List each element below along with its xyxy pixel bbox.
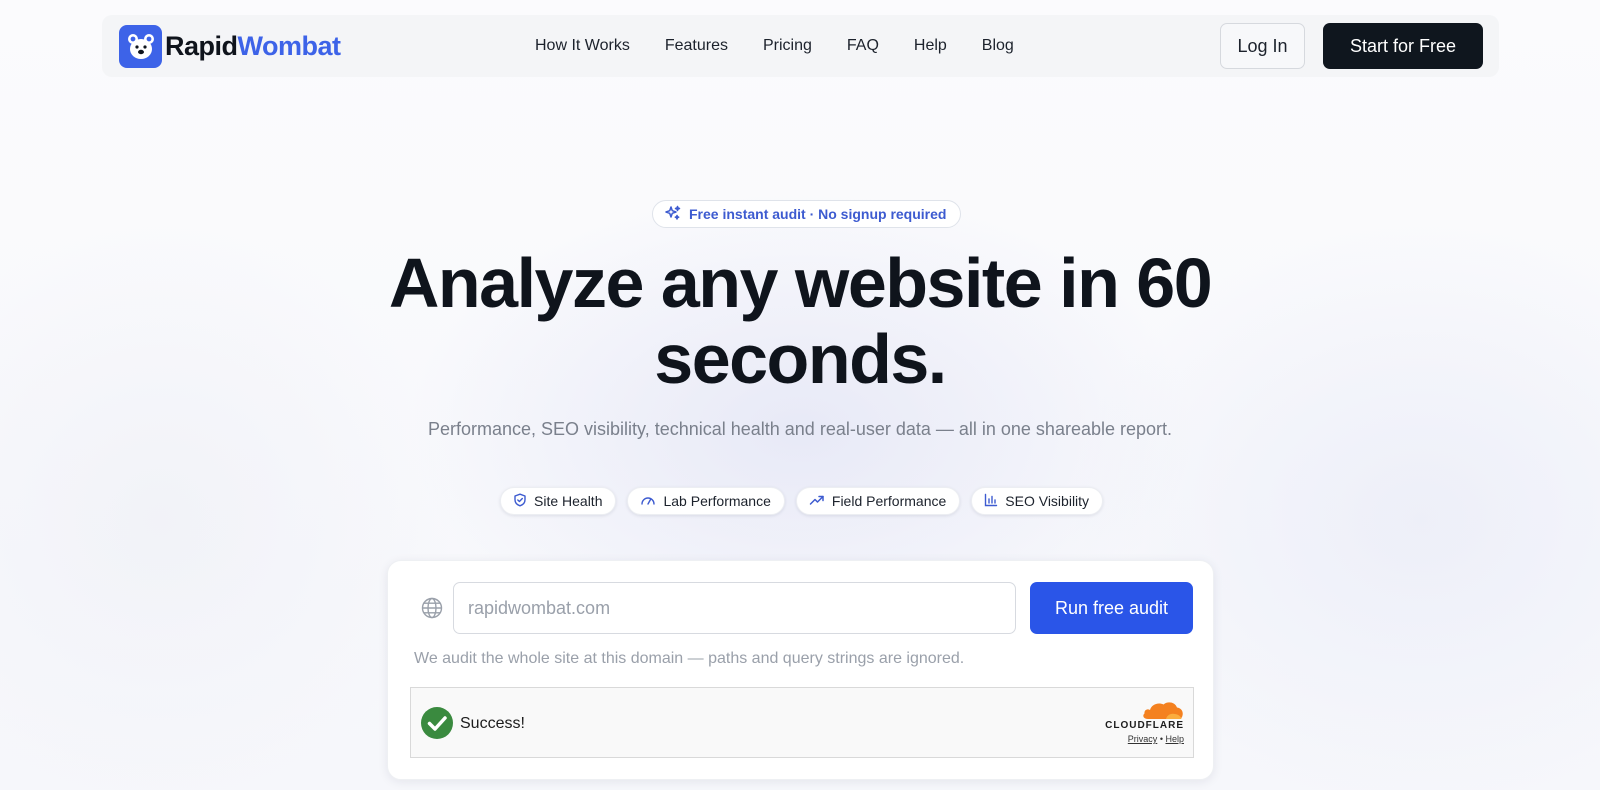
nav-help[interactable]: Help [914,37,947,55]
captcha-help-link[interactable]: Help [1165,734,1184,744]
cloudflare-wordmark: CLOUDFLARE [1105,720,1184,731]
cloud-icon [1100,700,1184,720]
main-nav: How It Works Features Pricing FAQ Help B… [535,15,1014,77]
nav-features[interactable]: Features [665,37,728,55]
start-for-free-button[interactable]: Start for Free [1323,23,1483,69]
captcha-privacy-link[interactable]: Privacy [1128,734,1158,744]
hero-badge-text: Free instant audit · No signup required [689,206,947,222]
run-free-audit-button[interactable]: Run free audit [1030,582,1193,634]
gauge-icon [640,493,656,510]
hero-title: Analyze any website in 60 seconds. [300,245,1300,397]
globe-icon [421,597,443,624]
brand-name-part2: Wombat [237,31,342,61]
cloudflare-links: Privacy • Help [1100,734,1184,744]
bar-chart-icon [984,493,998,510]
nav-how-it-works[interactable]: How It Works [535,37,630,55]
pill-lab-performance: Lab Performance [627,487,785,515]
brand-name: RapidWombat [165,25,341,68]
nav-blog[interactable]: Blog [982,37,1014,55]
url-input[interactable] [453,582,1016,634]
brand-logo[interactable]: RapidWombat [119,25,341,68]
pill-label: SEO Visibility [1005,493,1090,509]
hero-title-line1: Analyze any website in 60 [388,244,1213,322]
pill-label: Lab Performance [663,493,771,509]
audit-hint: We audit the whole site at this domain —… [414,650,965,667]
login-button[interactable]: Log In [1220,23,1305,69]
turnstile-widget: Success! CLOUDFLARE Privacy • Help [410,687,1194,758]
trending-up-icon [809,493,825,510]
shield-icon [513,493,527,510]
feature-pills: Site Health Lab Performance Field Perfor… [500,487,1104,515]
wombat-logo-icon [119,25,162,68]
hero-title-line2: seconds. [654,320,947,398]
captcha-status: Success! [460,715,525,732]
site-header: RapidWombat How It Works Features Pricin… [102,15,1499,77]
hero-badge: Free instant audit · No signup required [652,200,962,228]
cloudflare-brand: CLOUDFLARE Privacy • Help [1100,700,1184,744]
pill-seo-visibility: SEO Visibility [971,487,1104,515]
brand-name-part1: Rapid [165,31,238,61]
hero-subtitle: Performance, SEO visibility, technical h… [427,419,1173,439]
audit-card: Run free audit We audit the whole site a… [387,560,1214,780]
pill-field-performance: Field Performance [795,487,961,515]
nav-faq[interactable]: FAQ [847,37,879,55]
sparkles-icon [665,205,681,224]
pill-label: Field Performance [831,493,947,509]
success-check-icon [420,706,454,745]
pill-site-health: Site Health [500,487,617,515]
nav-pricing[interactable]: Pricing [763,37,812,55]
link-separator: • [1159,734,1163,744]
pill-label: Site Health [534,493,603,509]
